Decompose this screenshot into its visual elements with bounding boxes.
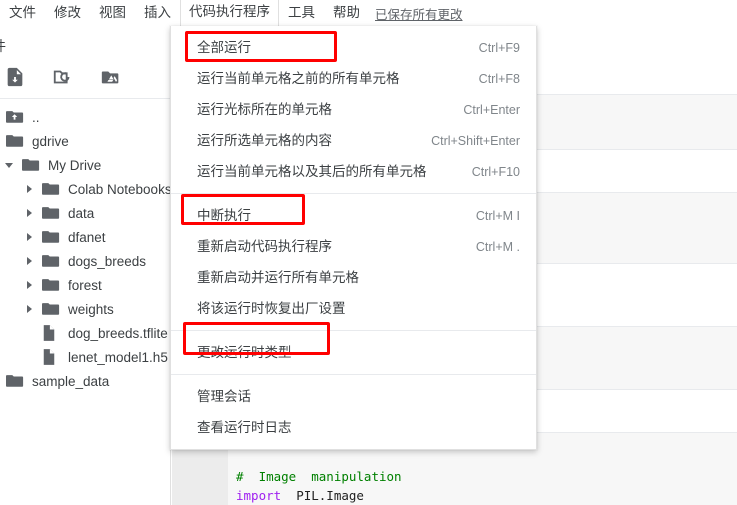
tree-label: weights bbox=[68, 301, 114, 317]
chevron-right-icon[interactable] bbox=[22, 181, 38, 197]
tree-label: .. bbox=[32, 109, 40, 125]
refresh-folder-icon[interactable] bbox=[52, 66, 74, 88]
tree-row-gdrive[interactable]: gdrive bbox=[0, 129, 170, 153]
menu-item-shortcut: Ctrl+M I bbox=[475, 208, 520, 223]
chevron-right-icon[interactable] bbox=[22, 253, 38, 269]
menubar-item-tools[interactable]: 工具 bbox=[279, 1, 324, 26]
menu-separator bbox=[171, 374, 536, 375]
folder-icon bbox=[22, 157, 42, 173]
mount-drive-icon[interactable] bbox=[100, 66, 122, 88]
menu-item-label: 更改运行时类型 bbox=[197, 345, 292, 360]
folder-icon bbox=[6, 373, 26, 389]
menu-item-interrupt[interactable]: 中断执行 Ctrl+M I bbox=[171, 200, 536, 231]
menu-item-view-runtime-logs[interactable]: 查看运行时日志 bbox=[171, 412, 536, 443]
menu-item-change-runtime-type[interactable]: 更改运行时类型 bbox=[171, 337, 536, 368]
tree-label: dogs_breeds bbox=[68, 253, 147, 269]
menu-item-label: 全部运行 bbox=[197, 40, 251, 55]
menu-item-label: 重新启动并运行所有单元格 bbox=[197, 270, 359, 285]
menu-item-shortcut: Ctrl+M . bbox=[475, 239, 520, 254]
tree-row-colab-notebooks[interactable]: Colab Notebooks bbox=[0, 177, 170, 201]
tree-label: lenet_model1.h5 bbox=[68, 349, 168, 365]
code-comment-text: # Image manipulation bbox=[236, 469, 402, 484]
folder-icon bbox=[42, 253, 62, 269]
tree-label: dog_breeds.tflite bbox=[68, 325, 168, 341]
menubar-item-view[interactable]: 视图 bbox=[90, 1, 135, 26]
sidebar-title: 件 bbox=[0, 26, 170, 64]
tree-label: dfanet bbox=[68, 229, 106, 245]
menu-item-shortcut: Ctrl+Enter bbox=[463, 102, 520, 117]
menu-item-restart-and-run-all[interactable]: 重新启动并运行所有单元格 bbox=[171, 262, 536, 293]
folder-icon bbox=[6, 133, 26, 149]
menu-separator bbox=[171, 193, 536, 194]
menu-item-shortcut: Ctrl+Shift+Enter bbox=[431, 133, 520, 148]
tree-row-data[interactable]: data bbox=[0, 201, 170, 225]
file-icon bbox=[42, 325, 62, 341]
menu-item-shortcut: Ctrl+F9 bbox=[478, 40, 520, 55]
tree-label: forest bbox=[68, 277, 102, 293]
chevron-right-icon[interactable] bbox=[22, 205, 38, 221]
upload-file-icon[interactable] bbox=[4, 66, 26, 88]
tree-row-dogs-breeds[interactable]: dogs_breeds bbox=[0, 249, 170, 273]
tree-row-lenet-model1-h5[interactable]: lenet_model1.h5 bbox=[0, 345, 170, 369]
menu-item-label: 运行当前单元格之前的所有单元格 bbox=[197, 71, 400, 86]
menu-item-run-selection[interactable]: 运行所选单元格的内容 Ctrl+Shift+Enter bbox=[171, 125, 536, 156]
chevron-down-icon[interactable] bbox=[2, 157, 18, 173]
menu-item-run-focused[interactable]: 运行光标所在的单元格 Ctrl+Enter bbox=[171, 94, 536, 125]
cell-code-comment: # Image manipulation bbox=[236, 467, 402, 486]
menu-item-label: 重新启动代码执行程序 bbox=[197, 239, 332, 254]
menu-item-shortcut: Ctrl+F10 bbox=[471, 164, 520, 179]
tree-label: gdrive bbox=[32, 133, 69, 149]
tree-row-forest[interactable]: forest bbox=[0, 273, 170, 297]
chevron-right-icon[interactable] bbox=[22, 277, 38, 293]
menu-separator bbox=[171, 330, 536, 331]
menubar-item-runtime[interactable]: 代码执行程序 bbox=[180, 0, 279, 27]
tree-row-my-drive[interactable]: My Drive bbox=[0, 153, 170, 177]
menubar-item-edit[interactable]: 修改 bbox=[45, 1, 90, 26]
colab-window: 文件 修改 视图 插入 代码执行程序 工具 帮助 已保存所有更改 drive '… bbox=[0, 0, 737, 505]
menubar-item-insert[interactable]: 插入 bbox=[135, 1, 180, 26]
menubar-item-help[interactable]: 帮助 bbox=[324, 1, 369, 26]
menu-item-label: 查看运行时日志 bbox=[197, 420, 292, 435]
tree-row-weights[interactable]: weights bbox=[0, 297, 170, 321]
menu-item-restart-runtime[interactable]: 重新启动代码执行程序 Ctrl+M . bbox=[171, 231, 536, 262]
tree-label: Colab Notebooks bbox=[68, 181, 171, 197]
menu-item-run-all[interactable]: 全部运行 Ctrl+F9 bbox=[171, 32, 536, 63]
folder-up-icon bbox=[6, 109, 26, 125]
file-icon bbox=[42, 349, 62, 365]
menu-item-label: 将该运行时恢复出厂设置 bbox=[197, 301, 346, 316]
file-tree: .. gdrive My Drive Colab Notebooks data … bbox=[0, 99, 170, 393]
menu-item-run-before[interactable]: 运行当前单元格之前的所有单元格 Ctrl+F8 bbox=[171, 63, 536, 94]
folder-icon bbox=[42, 181, 62, 197]
folder-icon bbox=[42, 277, 62, 293]
sidebar-toolbar bbox=[0, 64, 170, 99]
cell-code-line-2: import PIL.Image bbox=[236, 488, 364, 503]
menubar-item-file[interactable]: 文件 bbox=[0, 1, 45, 26]
chevron-right-icon[interactable] bbox=[22, 301, 38, 317]
saved-status-link[interactable]: 已保存所有更改 bbox=[375, 4, 463, 23]
tree-label: data bbox=[68, 205, 95, 221]
menu-item-label: 运行光标所在的单元格 bbox=[197, 102, 332, 117]
tree-row-parent[interactable]: .. bbox=[0, 105, 170, 129]
menu-item-label: 管理会话 bbox=[197, 389, 251, 404]
menu-item-manage-sessions[interactable]: 管理会话 bbox=[171, 381, 536, 412]
chevron-right-icon[interactable] bbox=[22, 229, 38, 245]
menu-item-label: 运行当前单元格以及其后的所有单元格 bbox=[197, 164, 427, 179]
tree-row-dfanet[interactable]: dfanet bbox=[0, 225, 170, 249]
menu-bar: 文件 修改 视图 插入 代码执行程序 工具 帮助 已保存所有更改 bbox=[0, 0, 737, 27]
folder-icon bbox=[42, 205, 62, 221]
folder-icon bbox=[42, 229, 62, 245]
tree-row-sample-data[interactable]: sample_data bbox=[0, 369, 170, 393]
code-import-pil: PIL.Image bbox=[281, 488, 364, 503]
menu-item-factory-reset[interactable]: 将该运行时恢复出厂设置 bbox=[171, 293, 536, 324]
tree-row-dog-breeds-tflite[interactable]: dog_breeds.tflite bbox=[0, 321, 170, 345]
menu-item-shortcut: Ctrl+F8 bbox=[478, 71, 520, 86]
tree-label: My Drive bbox=[48, 157, 102, 173]
menu-item-label: 运行所选单元格的内容 bbox=[197, 133, 332, 148]
tree-label: sample_data bbox=[32, 373, 110, 389]
folder-icon bbox=[42, 301, 62, 317]
menu-item-run-after[interactable]: 运行当前单元格以及其后的所有单元格 Ctrl+F10 bbox=[171, 156, 536, 187]
file-browser-sidebar: 件 bbox=[0, 26, 171, 505]
menu-item-label: 中断执行 bbox=[197, 208, 251, 223]
runtime-dropdown-menu: 全部运行 Ctrl+F9 运行当前单元格之前的所有单元格 Ctrl+F8 运行光… bbox=[170, 26, 537, 450]
